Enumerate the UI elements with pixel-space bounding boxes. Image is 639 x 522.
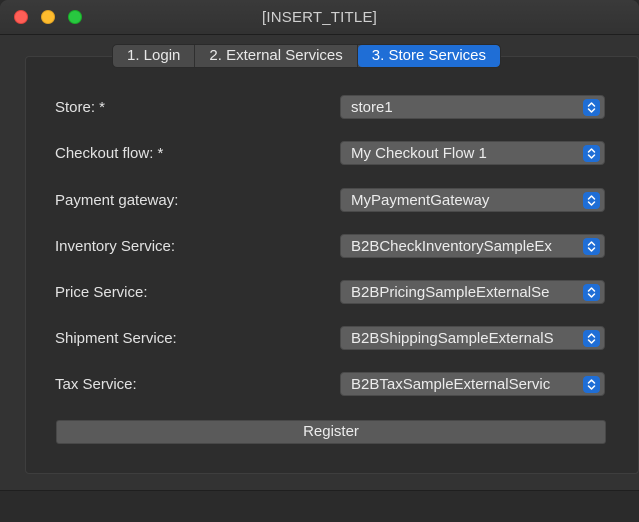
updown-chevron-icon bbox=[583, 99, 600, 116]
checkout-flow-label: Checkout flow: * bbox=[55, 145, 164, 162]
title-bar: [INSERT_TITLE] bbox=[0, 0, 639, 35]
tab-bar: 1. Login 2. External Services 3. Store S… bbox=[112, 44, 501, 68]
window-title: [INSERT_TITLE] bbox=[261, 9, 378, 26]
updown-chevron-icon bbox=[583, 145, 600, 162]
price-service-select[interactable]: B2BPricingSampleExternalSe bbox=[340, 280, 605, 304]
checkout-flow-select-value: My Checkout Flow 1 bbox=[351, 145, 487, 162]
payment-gateway-select-value: MyPaymentGateway bbox=[351, 192, 490, 209]
checkout-flow-select[interactable]: My Checkout Flow 1 bbox=[340, 141, 605, 165]
price-service-label: Price Service: bbox=[55, 284, 148, 301]
payment-gateway-select[interactable]: MyPaymentGateway bbox=[340, 188, 605, 212]
store-label: Store: * bbox=[55, 99, 106, 116]
shipment-service-select[interactable]: B2BShippingSampleExternalS bbox=[340, 326, 605, 350]
tab-external-services[interactable]: 2. External Services bbox=[195, 45, 358, 67]
register-button[interactable]: Register bbox=[56, 420, 606, 444]
shipment-service-select-value: B2BShippingSampleExternalS bbox=[351, 330, 554, 347]
inventory-service-label: Inventory Service: bbox=[55, 238, 176, 255]
price-service-select-value: B2BPricingSampleExternalSe bbox=[351, 284, 550, 301]
shipment-service-label: Shipment Service: bbox=[55, 330, 177, 347]
tax-service-select[interactable]: B2BTaxSampleExternalServic bbox=[340, 372, 605, 396]
tax-service-label: Tax Service: bbox=[55, 376, 137, 393]
updown-chevron-icon bbox=[583, 284, 600, 301]
updown-chevron-icon bbox=[583, 330, 600, 347]
tab-store-services[interactable]: 3. Store Services bbox=[357, 45, 500, 67]
tax-service-select-value: B2BTaxSampleExternalServic bbox=[351, 376, 551, 393]
store-select-value: store1 bbox=[351, 99, 393, 116]
updown-chevron-icon bbox=[583, 376, 600, 393]
store-select[interactable]: store1 bbox=[340, 95, 605, 119]
status-bar bbox=[0, 490, 639, 522]
updown-chevron-icon bbox=[583, 192, 600, 209]
inventory-service-select[interactable]: B2BCheckInventorySampleEx bbox=[340, 234, 605, 258]
tab-login[interactable]: 1. Login bbox=[113, 45, 196, 67]
payment-gateway-label: Payment gateway: bbox=[55, 192, 179, 209]
updown-chevron-icon bbox=[583, 238, 600, 255]
app-window: [INSERT_TITLE] 1. Login 2. External Serv… bbox=[0, 0, 639, 522]
inventory-service-select-value: B2BCheckInventorySampleEx bbox=[351, 238, 552, 255]
